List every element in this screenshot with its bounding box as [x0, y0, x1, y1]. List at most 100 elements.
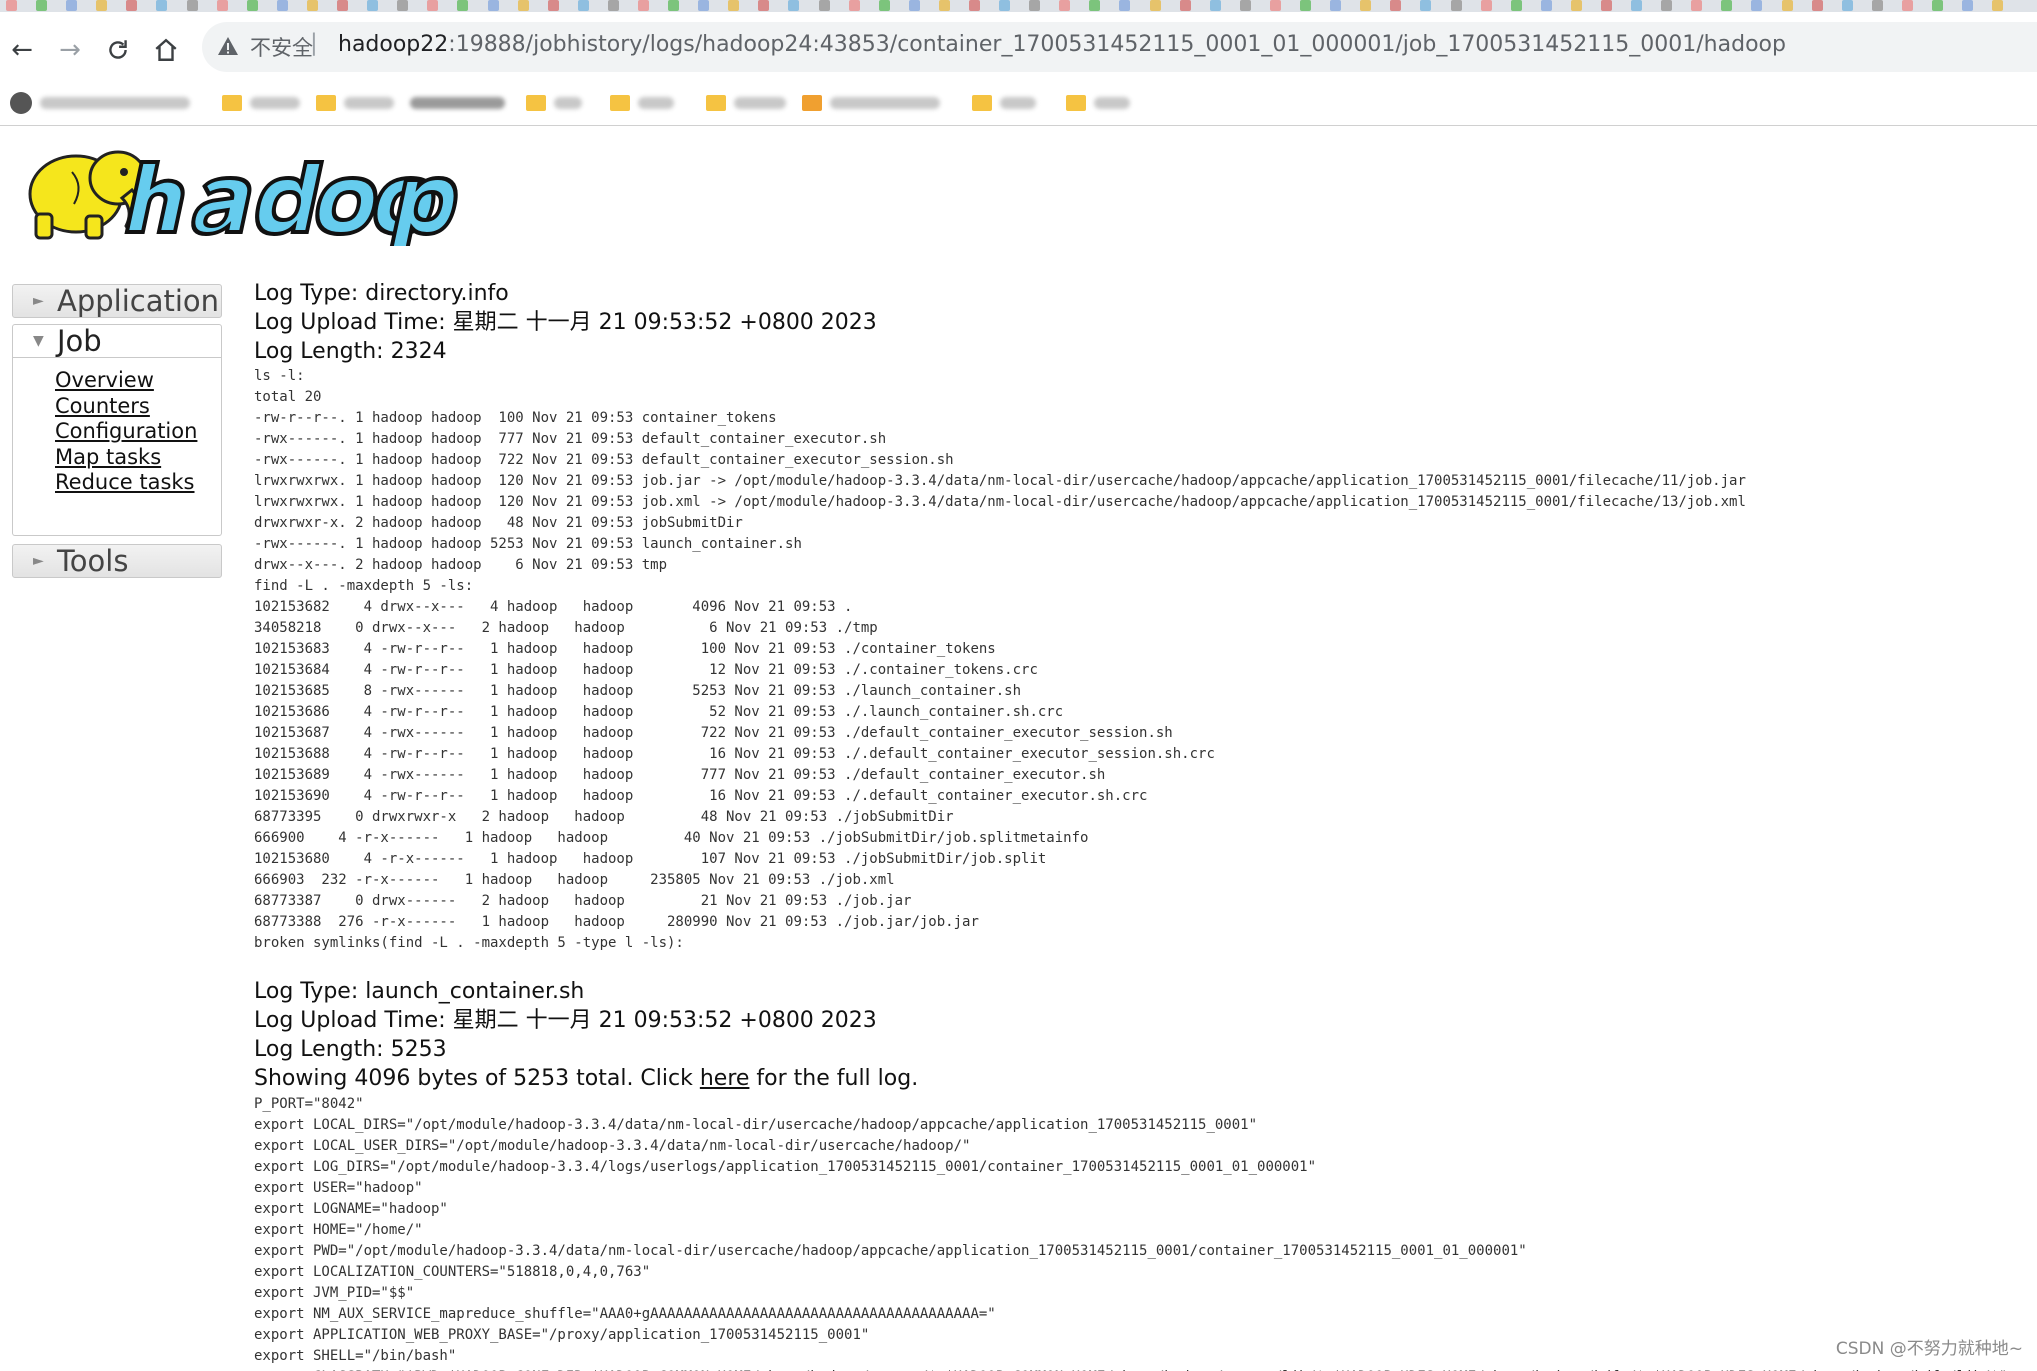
- job-link-reduce-tasks[interactable]: Reduce tasks: [55, 470, 221, 496]
- tab-favicon[interactable]: [457, 0, 469, 11]
- tab-favicon[interactable]: [337, 0, 349, 11]
- tab-favicon[interactable]: [1751, 0, 1763, 11]
- bookmark-folder[interactable]: [526, 92, 582, 114]
- bookmark-folder[interactable]: [972, 92, 1036, 114]
- tab-favicon[interactable]: [186, 0, 198, 11]
- tab-favicon[interactable]: [1390, 0, 1402, 11]
- tab-favicon[interactable]: [1119, 0, 1131, 11]
- tab-favicon[interactable]: [1420, 0, 1432, 11]
- bookmark-item[interactable]: [10, 92, 190, 114]
- bookmark-folder[interactable]: [610, 92, 674, 114]
- tab-favicon[interactable]: [908, 0, 920, 11]
- tab-favicon[interactable]: [1179, 0, 1191, 11]
- tab-favicon[interactable]: [487, 0, 499, 11]
- tab-favicon[interactable]: [547, 0, 559, 11]
- reload-button[interactable]: [100, 32, 136, 68]
- tab-favicon[interactable]: [427, 0, 439, 11]
- security-label[interactable]: 不安全: [250, 32, 313, 62]
- tab-favicon[interactable]: [607, 0, 619, 11]
- section-tools-header[interactable]: ► Tools: [12, 544, 222, 578]
- tab-favicon[interactable]: [1239, 0, 1251, 11]
- tab-favicon[interactable]: [1480, 0, 1492, 11]
- folder-icon: [222, 95, 242, 111]
- tab-favicon[interactable]: [1510, 0, 1522, 11]
- home-button[interactable]: [148, 32, 184, 68]
- tab-favicon[interactable]: [36, 0, 48, 11]
- tab-favicon[interactable]: [1029, 0, 1041, 11]
- tab-favicon[interactable]: [668, 0, 680, 11]
- log-line: 68773387 0 drwx------ 2 hadoop hadoop 21…: [254, 893, 912, 910]
- full-log-link[interactable]: here: [700, 1066, 750, 1091]
- job-link-map-tasks[interactable]: Map tasks: [55, 445, 221, 471]
- tab-favicon[interactable]: [577, 0, 589, 11]
- tab-favicon[interactable]: [126, 0, 138, 11]
- tab-favicon[interactable]: [1841, 0, 1853, 11]
- tab-favicon[interactable]: [1600, 0, 1612, 11]
- tab-favicon[interactable]: [788, 0, 800, 11]
- tab-favicon[interactable]: [1901, 0, 1913, 11]
- tab-favicon[interactable]: [637, 0, 649, 11]
- tab-favicon[interactable]: [1811, 0, 1823, 11]
- tab-favicon[interactable]: [1871, 0, 1883, 11]
- tab-favicon[interactable]: [1360, 0, 1372, 11]
- tab-favicon[interactable]: [878, 0, 890, 11]
- bookmark-folder[interactable]: [802, 92, 940, 114]
- tab-favicon[interactable]: [848, 0, 860, 11]
- url-host[interactable]: hadoop22: [338, 32, 448, 57]
- tab-favicon[interactable]: [1570, 0, 1582, 11]
- tab-favicon[interactable]: [306, 0, 318, 11]
- tab-favicon[interactable]: [698, 0, 710, 11]
- tab-favicon[interactable]: [1149, 0, 1161, 11]
- tab-favicon[interactable]: [66, 0, 78, 11]
- tab-favicon[interactable]: [999, 0, 1011, 11]
- warning-icon[interactable]: [216, 34, 240, 58]
- tab-favicon[interactable]: [1661, 0, 1673, 11]
- tab-favicon[interactable]: [758, 0, 770, 11]
- tab-favicon[interactable]: [156, 0, 168, 11]
- tab-favicon[interactable]: [1631, 0, 1643, 11]
- tab-favicon[interactable]: [1450, 0, 1462, 11]
- log-length: Log Length: 2324: [254, 338, 447, 364]
- tab-favicon[interactable]: [818, 0, 830, 11]
- address-bar[interactable]: 不安全 | hadoop22:19888/jobhistory/logs/had…: [202, 22, 2037, 72]
- section-job-header[interactable]: ▼ Job: [12, 324, 222, 358]
- tab-favicon[interactable]: [1962, 0, 1974, 11]
- tab-favicon[interactable]: [728, 0, 740, 11]
- tab-favicon[interactable]: [517, 0, 529, 11]
- tab-favicon[interactable]: [1330, 0, 1342, 11]
- tab-favicon[interactable]: [6, 0, 17, 11]
- job-link-counters[interactable]: Counters: [55, 394, 221, 420]
- tab-favicon[interactable]: [938, 0, 950, 11]
- bookmark-folder[interactable]: [222, 92, 300, 114]
- bookmark-folder[interactable]: [706, 92, 786, 114]
- url-path[interactable]: :19888/jobhistory/logs/hadoop24:43853/co…: [448, 32, 1786, 57]
- bookmark-item[interactable]: [410, 92, 505, 114]
- url-text[interactable]: hadoop22:19888/jobhistory/logs/hadoop24:…: [338, 32, 1786, 57]
- job-link-configuration[interactable]: Configuration: [55, 419, 221, 445]
- section-application-header[interactable]: ► Application: [12, 284, 222, 318]
- tab-favicon[interactable]: [969, 0, 980, 11]
- tab-favicon[interactable]: [1721, 0, 1733, 11]
- tab-favicon[interactable]: [276, 0, 288, 11]
- tab-favicon[interactable]: [1059, 0, 1071, 11]
- tab-favicon[interactable]: [1992, 0, 2004, 11]
- tab-favicon[interactable]: [1781, 0, 1793, 11]
- tab-favicon[interactable]: [1691, 0, 1703, 11]
- tab-favicon[interactable]: [397, 0, 409, 11]
- tab-favicon[interactable]: [96, 0, 108, 11]
- job-link-overview[interactable]: Overview: [55, 368, 221, 394]
- log-line: 102153684 4 -rw-r--r-- 1 hadoop hadoop 1…: [254, 662, 1038, 679]
- tab-favicon[interactable]: [1932, 0, 1943, 11]
- bookmark-folder[interactable]: [1066, 92, 1130, 114]
- tab-favicon[interactable]: [246, 0, 258, 11]
- tab-favicon[interactable]: [1300, 0, 1312, 11]
- back-button[interactable]: ←: [4, 32, 40, 68]
- forward-button[interactable]: →: [52, 32, 88, 68]
- tab-favicon[interactable]: [367, 0, 379, 11]
- tab-favicon[interactable]: [216, 0, 228, 11]
- bookmark-folder[interactable]: [316, 92, 394, 114]
- tab-favicon[interactable]: [1540, 0, 1552, 11]
- tab-favicon[interactable]: [1269, 0, 1281, 11]
- tab-favicon[interactable]: [1209, 0, 1221, 11]
- tab-favicon[interactable]: [1089, 0, 1101, 11]
